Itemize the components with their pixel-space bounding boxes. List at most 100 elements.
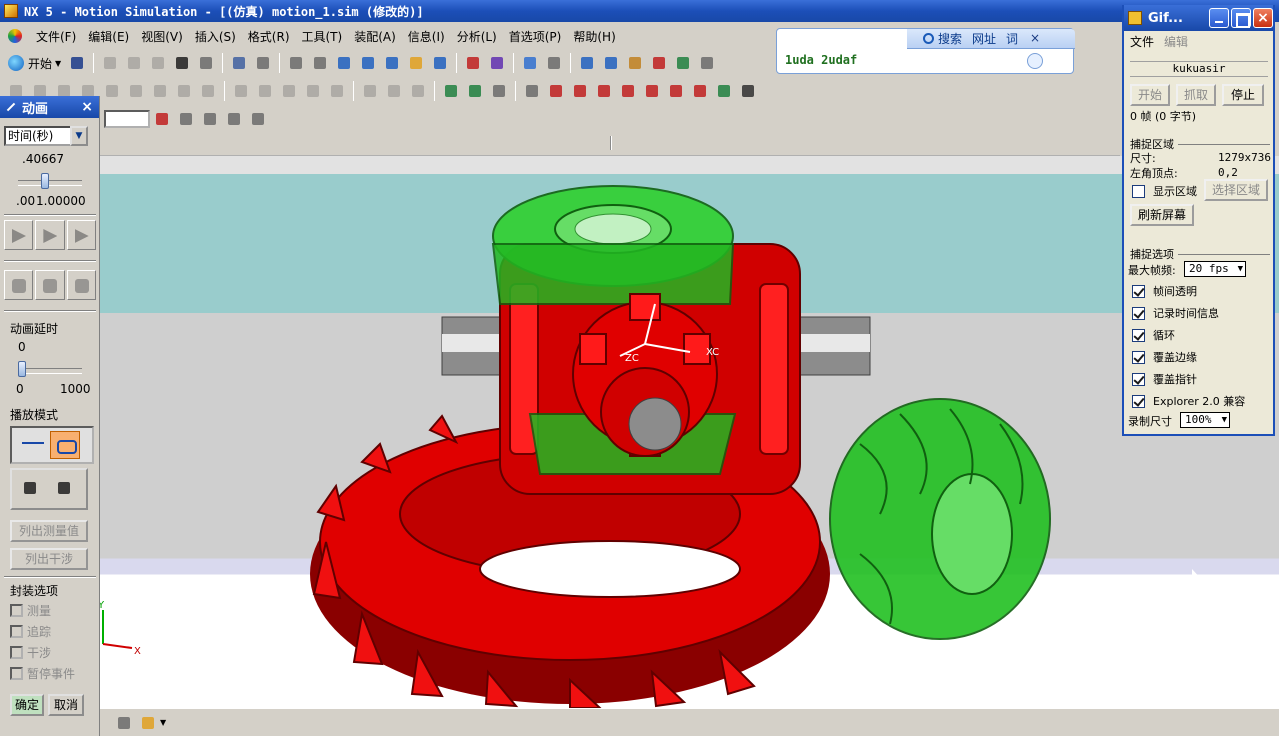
cancel-button[interactable]: 取消 xyxy=(48,694,84,716)
joint-icon[interactable] xyxy=(601,53,621,73)
option-explorer-compat[interactable]: Explorer 2.0 兼容 xyxy=(1132,393,1245,409)
menu-tools[interactable]: 工具(T) xyxy=(296,26,349,47)
menu-help[interactable]: 帮助(H) xyxy=(567,26,621,47)
option-record-time[interactable]: 记录时间信息 xyxy=(1132,305,1219,321)
step-backward-icon[interactable] xyxy=(570,81,590,101)
checkbox-box[interactable] xyxy=(1132,372,1145,386)
max-fps-select[interactable]: 20 fps ▼ xyxy=(1184,261,1246,277)
zoom-icon[interactable] xyxy=(358,53,378,73)
gif-menu-file[interactable]: 文件 xyxy=(1130,33,1154,50)
pin-icon[interactable] xyxy=(4,101,16,113)
option-loop[interactable]: 循环 xyxy=(1132,327,1175,343)
revolve-icon[interactable] xyxy=(255,81,275,101)
pause-icon[interactable] xyxy=(666,81,686,101)
motor-icon[interactable] xyxy=(625,53,645,73)
play-icon[interactable] xyxy=(594,81,614,101)
measure-icon[interactable] xyxy=(360,81,380,101)
maximize-icon[interactable] xyxy=(1231,8,1251,28)
snap-icon[interactable] xyxy=(152,109,172,129)
undo-icon[interactable] xyxy=(196,53,216,73)
rewind-icon[interactable] xyxy=(546,81,566,101)
minimize-icon[interactable] xyxy=(1209,8,1229,28)
chevron-down-icon[interactable]: ▼ xyxy=(160,718,166,727)
gear-icon[interactable] xyxy=(649,53,669,73)
shell-icon[interactable] xyxy=(327,81,347,101)
shaded-icon[interactable] xyxy=(286,53,306,73)
step-next-icon[interactable] xyxy=(618,81,638,101)
checkbox-box[interactable] xyxy=(10,646,23,659)
gif-start-button[interactable]: 开始 xyxy=(1130,84,1170,106)
assembly-position-button[interactable] xyxy=(66,270,96,300)
copy-icon[interactable] xyxy=(124,53,144,73)
search-input[interactable]: 1uda 2udaf xyxy=(785,53,857,67)
curve-icon[interactable] xyxy=(102,81,122,101)
close-icon[interactable]: × xyxy=(81,99,93,115)
checkbox-box[interactable] xyxy=(1132,328,1145,342)
status-views-icon[interactable] xyxy=(114,713,134,733)
extrude-icon[interactable] xyxy=(231,81,251,101)
wireframe-icon[interactable] xyxy=(310,53,330,73)
chevron-down-icon[interactable]: ▼ xyxy=(70,126,88,146)
chamfer-icon[interactable] xyxy=(303,81,323,101)
bounce-icon[interactable] xyxy=(54,478,74,498)
cut-icon[interactable] xyxy=(100,53,120,73)
menu-preferences[interactable]: 首选项(P) xyxy=(503,26,568,47)
link-icon[interactable] xyxy=(577,53,597,73)
plane-icon[interactable] xyxy=(150,81,170,101)
trace-icon[interactable] xyxy=(384,81,404,101)
finish-icon[interactable] xyxy=(714,81,734,101)
stop-icon[interactable] xyxy=(690,81,710,101)
menu-file[interactable]: 文件(F) xyxy=(30,26,82,47)
transform-icon[interactable] xyxy=(253,53,273,73)
menu-edit[interactable]: 编辑(E) xyxy=(82,26,135,47)
spring-icon[interactable] xyxy=(673,53,693,73)
check-interference[interactable]: 干涉 xyxy=(10,644,51,661)
checkbox-box[interactable] xyxy=(1132,284,1145,298)
status-layer-icon[interactable] xyxy=(138,713,158,733)
cube-icon[interactable] xyxy=(520,53,540,73)
time-unit-select[interactable]: 时间(秒) ▼ xyxy=(4,126,88,146)
ok-button[interactable]: 确定 xyxy=(10,694,44,716)
start-button[interactable]: 开始 ▼ xyxy=(4,53,65,73)
blend-icon[interactable] xyxy=(279,81,299,101)
check-icon[interactable] xyxy=(408,81,428,101)
design-position-button[interactable] xyxy=(35,270,65,300)
delay-slider[interactable] xyxy=(18,368,82,374)
menu-format[interactable]: 格式(R) xyxy=(242,26,296,47)
loop-mode-icon[interactable] xyxy=(50,431,80,459)
path-icon[interactable] xyxy=(20,478,40,498)
record-size-select[interactable]: 100% ▼ xyxy=(1180,412,1230,428)
time-slider-thumb[interactable] xyxy=(40,173,49,189)
gif-capture-button[interactable]: 抓取 xyxy=(1176,84,1216,106)
check-pause-event[interactable]: 暂停事件 xyxy=(10,665,75,682)
list-interference-button[interactable]: 列出干涉 xyxy=(10,548,88,570)
view-icon[interactable] xyxy=(430,53,450,73)
damper-icon[interactable] xyxy=(697,53,717,73)
point-icon[interactable] xyxy=(126,81,146,101)
checkbox-box[interactable] xyxy=(10,625,23,638)
select-area-button[interactable]: 选择区域 xyxy=(1204,179,1268,201)
check-measure[interactable]: 测量 xyxy=(10,602,51,619)
checkbox-box[interactable] xyxy=(1132,184,1145,198)
checkbox-box[interactable] xyxy=(10,604,23,617)
checkbox-box[interactable] xyxy=(10,667,23,680)
cycle-icon[interactable] xyxy=(176,109,196,129)
snapshot-button[interactable] xyxy=(4,270,34,300)
fit-icon[interactable] xyxy=(334,53,354,73)
check-trace[interactable]: 追踪 xyxy=(10,623,51,640)
pan-icon[interactable] xyxy=(406,53,426,73)
close-icon[interactable]: × xyxy=(1028,32,1042,46)
play-once-icon[interactable] xyxy=(22,442,44,444)
fast-forward-icon[interactable] xyxy=(642,81,662,101)
option-frame-transparency[interactable]: 帧间透明 xyxy=(1132,283,1197,299)
search-go-icon[interactable] xyxy=(1027,53,1043,69)
menu-info[interactable]: 信息(I) xyxy=(402,26,451,47)
menu-assembly[interactable]: 装配(A) xyxy=(348,26,402,47)
fast-forward-button[interactable] xyxy=(66,220,96,250)
record-icon[interactable] xyxy=(522,81,542,101)
axis-icon[interactable] xyxy=(174,81,194,101)
next-step-button[interactable] xyxy=(35,220,65,250)
option-cover-pointer[interactable]: 覆盖指针 xyxy=(1132,371,1197,387)
paste-icon[interactable] xyxy=(148,53,168,73)
model-icon[interactable] xyxy=(463,53,483,73)
